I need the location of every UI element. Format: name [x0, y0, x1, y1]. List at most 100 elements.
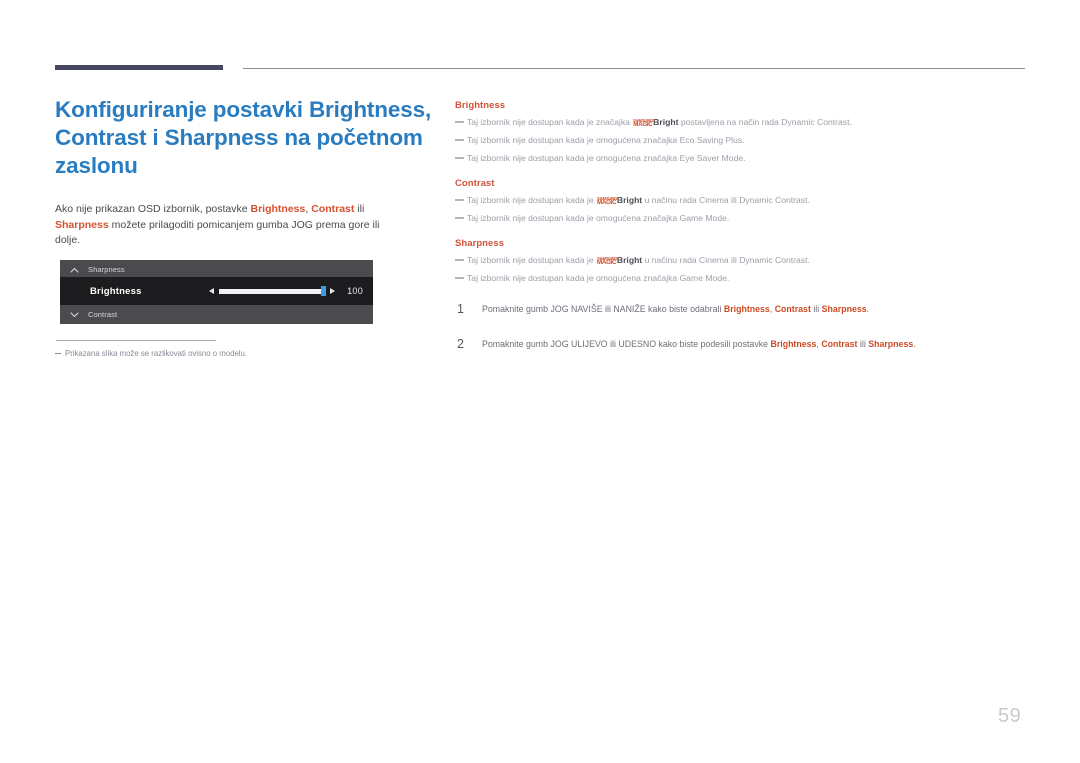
step-text-end: .	[866, 304, 870, 314]
note-term-primary: Eye Saver Mode	[679, 153, 744, 163]
note-text-end: .	[726, 213, 730, 223]
note-text-end: .	[726, 273, 730, 283]
slider-track[interactable]	[219, 286, 327, 296]
steps-list: 1 Pomaknite gumb JOG NAVIŠE ili NANIŽE ka…	[455, 303, 1035, 373]
note-term-secondary: Dynamic Contrast	[739, 255, 808, 265]
note-text-lead: Taj izbornik nije dostupan kada je znača…	[467, 117, 633, 127]
section-heading-sharpness: Sharpness	[455, 238, 505, 249]
manual-page: Konfiguriranje postavki Brightness, Cont…	[0, 0, 1080, 763]
note-text-lead: Taj izbornik nije dostupan kada je omogu…	[467, 213, 680, 223]
note-item: Taj izbornik nije dostupan kada je SAMSU…	[455, 254, 1035, 267]
step-term-sharpness: Sharpness	[821, 304, 867, 314]
intro-highlight-sharpness: Sharpness	[55, 218, 109, 231]
note-item: Taj izbornik nije dostupan kada je SAMSU…	[455, 194, 1035, 207]
note-dash-icon	[455, 199, 464, 201]
slider-thumb[interactable]	[321, 286, 327, 296]
osd-item-label-contrast: Contrast	[88, 310, 118, 319]
note-text-lead: Taj izbornik nije dostupan kada je omogu…	[467, 273, 680, 283]
step-term-brightness: Brightness	[770, 339, 817, 349]
note-text-or: ili	[728, 195, 740, 205]
note-text: Taj izbornik nije dostupan kada je SAMSU…	[467, 254, 810, 267]
note-text-mid: postavljena na način rada	[678, 117, 782, 127]
note-term-bright: Bright	[653, 117, 679, 127]
note-term-primary: Dynamic Contrast	[781, 117, 850, 127]
samsung-magic-logo-line2: MAGIC	[597, 199, 617, 206]
intro-highlight-contrast: Contrast	[311, 203, 355, 215]
samsung-magic-logo-line1: SAMSUNG	[597, 255, 618, 261]
note-text: Taj izbornik nije dostupan kada je omogu…	[467, 212, 729, 225]
header-rule-accent	[55, 65, 223, 70]
note-term-secondary: Dynamic Contrast	[739, 195, 808, 205]
right-column: Brightness Taj izbornik nije dostupan kad…	[455, 100, 1035, 290]
step-term-sharpness: Sharpness	[868, 339, 914, 349]
note-text-end: .	[742, 135, 745, 145]
note-term-primary: Game Mode	[679, 273, 727, 283]
note-item: Taj izbornik nije dostupan kada je omogu…	[455, 152, 1035, 165]
step-sep-2: ili	[810, 304, 822, 314]
samsung-magic-logo-icon: SAMSUNG MAGIC	[597, 255, 618, 266]
note-text: Taj izbornik nije dostupan kada je omogu…	[467, 152, 746, 165]
note-text: Taj izbornik nije dostupan kada je omogu…	[467, 272, 729, 285]
osd-brightness-value: 100	[347, 286, 363, 296]
osd-item-contrast[interactable]: Contrast	[60, 305, 373, 324]
step-text-lead: Pomaknite gumb JOG NAVIŠE ili NANIŽE kak…	[482, 304, 724, 314]
note-text-end: .	[807, 255, 810, 265]
note-text-end: .	[807, 195, 810, 205]
footnote-divider	[56, 340, 216, 341]
note-dash-icon	[455, 277, 464, 279]
note-text-end: .	[743, 153, 746, 163]
samsung-magic-logo-line2: MAGIC	[633, 121, 653, 128]
step-term-contrast: Contrast	[774, 304, 811, 314]
step-text: Pomaknite gumb JOG ULIJEVO ili UDESNO ka…	[482, 338, 916, 351]
osd-item-label-brightness: Brightness	[90, 285, 142, 297]
samsung-magic-logo-icon: SAMSUNG MAGIC	[597, 196, 617, 206]
osd-item-brightness-active[interactable]: Brightness 100	[60, 277, 373, 305]
note-text: Taj izbornik nije dostupan kada je znača…	[467, 116, 852, 129]
note-term-primary: Eco Saving Plus	[679, 135, 743, 145]
note-text-lead: Taj izbornik nije dostupan kada je	[467, 255, 596, 265]
step-number: 2	[457, 337, 464, 351]
chevron-down-icon	[60, 311, 88, 318]
note-term-bright: Bright	[616, 195, 643, 205]
note-text: Taj izbornik nije dostupan kada je SAMSU…	[467, 194, 810, 207]
step-sep-2: ili	[857, 339, 869, 349]
intro-highlight-brightness: Brightness	[250, 203, 306, 215]
step-text: Pomaknite gumb JOG NAVIŠE ili NANIŽE kak…	[482, 303, 869, 316]
left-column: Konfiguriranje postavki Brightness, Cont…	[55, 96, 435, 249]
osd-menu-mockup: Sharpness Brightness 100 Contrast	[60, 260, 373, 324]
section-heading-contrast: Contrast	[455, 178, 495, 189]
footnote-dash-icon	[55, 353, 61, 354]
note-text-mid: u načinu rada	[642, 195, 700, 205]
osd-brightness-slider[interactable]	[209, 286, 336, 296]
osd-item-label-sharpness: Sharpness	[88, 265, 125, 274]
note-text: Taj izbornik nije dostupan kada je omogu…	[467, 134, 745, 147]
note-text-lead: Taj izbornik nije dostupan kada je	[467, 195, 596, 205]
note-text-lead: Taj izbornik nije dostupan kada je omogu…	[467, 153, 680, 163]
note-item: Taj izbornik nije dostupan kada je omogu…	[455, 134, 1035, 147]
note-dash-icon	[455, 139, 464, 141]
note-term-primary: Game Mode	[679, 213, 727, 223]
step-number: 1	[457, 302, 464, 316]
step-item: 1 Pomaknite gumb JOG NAVIŠE ili NANIŽE ka…	[455, 303, 1035, 316]
page-number: 59	[998, 705, 1022, 727]
note-item: Taj izbornik nije dostupan kada je znača…	[455, 116, 1035, 129]
step-text-lead: Pomaknite gumb JOG ULIJEVO ili UDESNO ka…	[482, 339, 771, 349]
step-term-contrast: Contrast	[821, 339, 858, 349]
page-title: Konfiguriranje postavki Brightness, Cont…	[55, 97, 432, 178]
intro-sep-2: ili	[354, 203, 365, 215]
note-text-or: ili	[728, 255, 740, 265]
intro-text-1: Ako nije prikazan OSD izbornik, postavke	[55, 203, 251, 215]
header-rule-thin	[243, 68, 1025, 69]
note-dash-icon	[455, 217, 464, 219]
note-text-lead: Taj izbornik nije dostupan kada je omogu…	[467, 135, 680, 145]
chevron-up-icon	[60, 267, 88, 273]
note-dash-icon	[455, 157, 464, 159]
step-item: 2 Pomaknite gumb JOG ULIJEVO ili UDESNO k…	[455, 338, 1035, 351]
note-text-mid: u načinu rada	[642, 255, 700, 265]
note-term-bright: Bright	[616, 255, 643, 265]
samsung-magic-logo-icon: SAMSUNG MAGIC	[633, 118, 653, 128]
step-text-end: .	[913, 339, 916, 349]
footnote: Prikazana slika može se razlikovati ovis…	[55, 348, 385, 359]
arrow-left-icon[interactable]	[209, 288, 215, 294]
footnote-text: Prikazana slika može se razlikovati ovis…	[65, 349, 248, 358]
